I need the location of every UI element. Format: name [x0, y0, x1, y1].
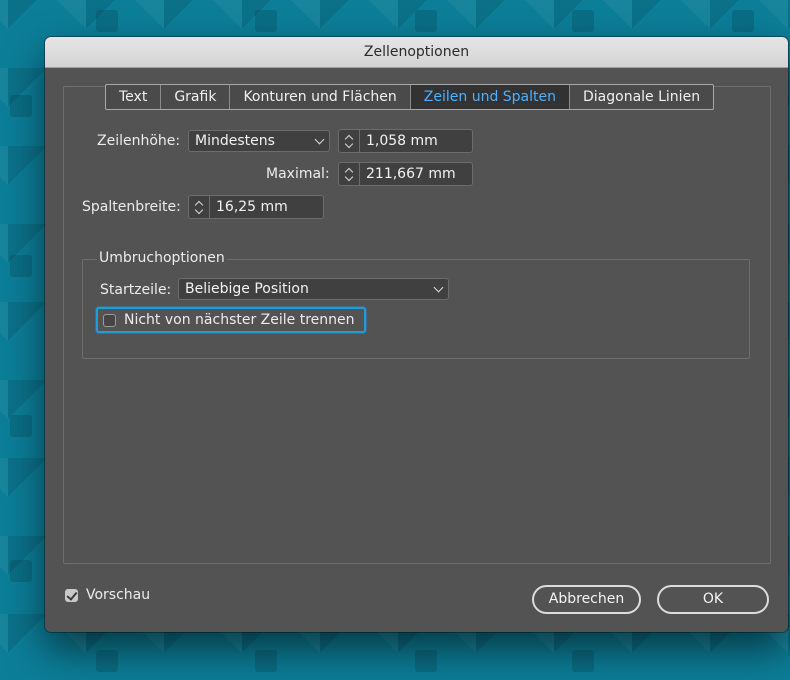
row-height-label: Zeilenhöhe: [97, 133, 181, 149]
arrow-down-icon [194, 205, 204, 215]
max-height-value[interactable]: 211,667 mm [360, 163, 472, 185]
dialog-titlebar[interactable]: Zellenoptionen [45, 37, 788, 68]
row-height-mode-value: Mindestens [195, 133, 275, 149]
preview-label: Vorschau [86, 587, 151, 603]
chevron-down-icon [433, 282, 444, 293]
tab-diagonal-lines[interactable]: Diagonale Linien [570, 85, 713, 109]
dialog-title: Zellenoptionen [363, 44, 470, 60]
checkmark-icon [66, 589, 78, 601]
stepper-arrows-icon[interactable] [339, 163, 360, 185]
cancel-button[interactable]: Abbrechen [532, 585, 641, 614]
preview-checkbox[interactable] [65, 589, 78, 602]
start-row-label: Startzeile: [100, 282, 172, 298]
keep-with-next-option[interactable]: Nicht von nächster Zeile trennen [96, 307, 366, 333]
tab-bar: Text Grafik Konturen und Flächen Zeilen … [105, 84, 715, 110]
keep-with-next-checkbox[interactable] [103, 314, 116, 327]
column-width-label: Spaltenbreite: [82, 199, 181, 215]
start-row-value: Beliebige Position [185, 281, 309, 297]
tab-graphic[interactable]: Grafik [161, 85, 231, 109]
stepper-arrows-icon[interactable] [189, 196, 210, 218]
cell-options-dialog: Zellenoptionen Text Grafik Konturen und … [45, 37, 788, 632]
chevron-down-icon [314, 134, 325, 145]
ok-button[interactable]: OK [657, 585, 769, 614]
tab-text[interactable]: Text [106, 85, 162, 109]
arrow-down-icon [344, 172, 354, 182]
max-height-label: Maximal: [266, 166, 330, 182]
column-width-stepper[interactable]: 16,25 mm [188, 195, 324, 219]
row-height-stepper[interactable]: 1,058 mm [338, 129, 473, 153]
arrow-down-icon [344, 139, 354, 149]
break-options-title: Umbruchoptionen [97, 250, 227, 266]
tab-strokes-fills[interactable]: Konturen und Flächen [230, 85, 411, 109]
column-width-value[interactable]: 16,25 mm [210, 196, 323, 218]
start-row-select[interactable]: Beliebige Position [178, 278, 449, 300]
max-height-stepper[interactable]: 211,667 mm [338, 162, 473, 186]
stepper-arrows-icon[interactable] [339, 130, 360, 152]
tab-rows-columns[interactable]: Zeilen und Spalten [410, 85, 571, 109]
row-height-mode-select[interactable]: Mindestens [188, 130, 330, 152]
row-height-value[interactable]: 1,058 mm [360, 130, 472, 152]
keep-with-next-label: Nicht von nächster Zeile trennen [124, 312, 355, 328]
